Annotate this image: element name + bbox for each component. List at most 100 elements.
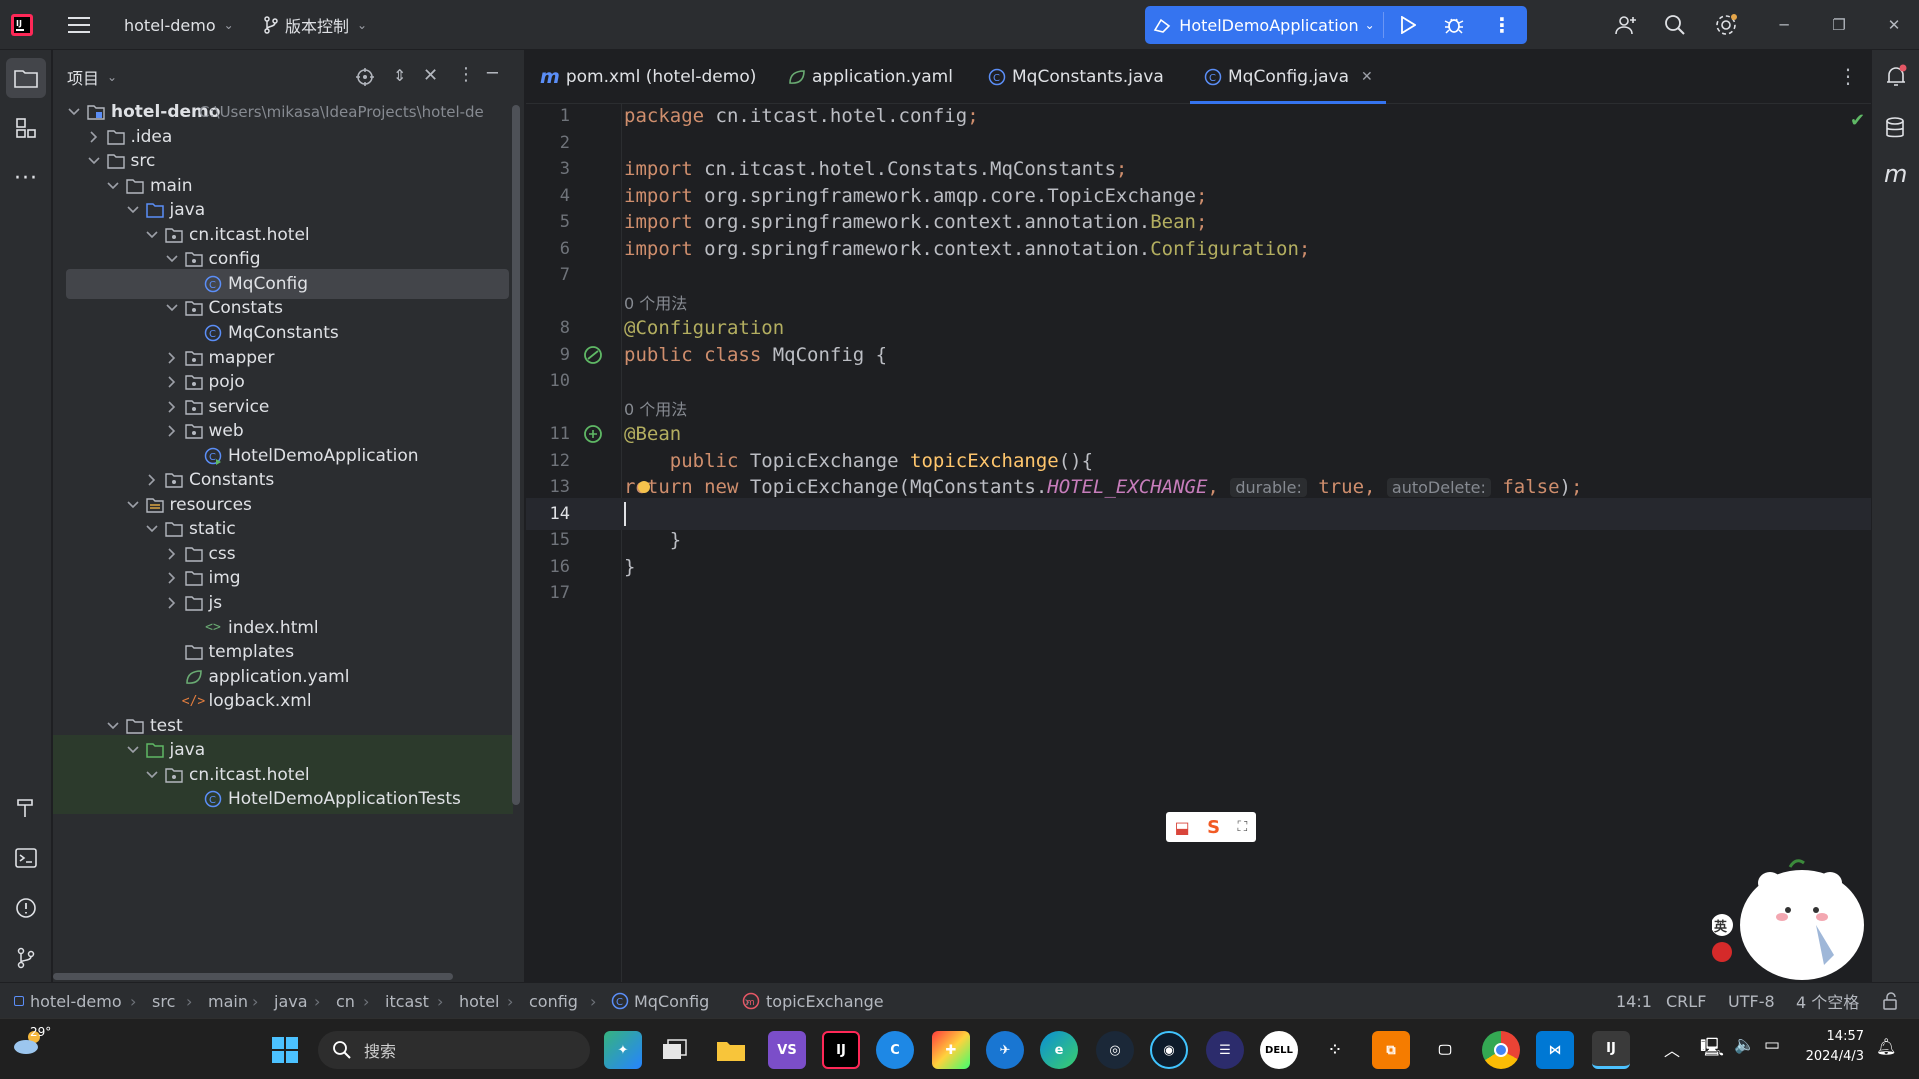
- notifications-bell-icon[interactable]: [1884, 64, 1908, 92]
- chrome-icon[interactable]: [1482, 1031, 1520, 1069]
- code-editor[interactable]: 1 package cn.itcast.hotel.config; 2 3 import…: [526, 104, 1871, 982]
- dots-app-icon[interactable]: ⁘: [1316, 1031, 1354, 1069]
- dell-icon[interactable]: DELL: [1260, 1031, 1298, 1069]
- tab-mqconfig-java[interactable]: C MqConfig.java ✕: [1190, 50, 1386, 104]
- tab-options-icon[interactable]: ⋮: [1838, 64, 1858, 88]
- intellij-active-icon[interactable]: IJ: [1592, 1031, 1630, 1069]
- chevron-right-icon[interactable]: [164, 399, 180, 415]
- start-button[interactable]: [266, 1031, 304, 1069]
- chevron-down-icon[interactable]: [164, 300, 180, 316]
- visual-studio-icon[interactable]: VS: [768, 1031, 806, 1069]
- tree-horizontal-scrollbar[interactable]: [53, 973, 453, 980]
- vscode-icon[interactable]: ⋈: [1536, 1031, 1574, 1069]
- chevron-down-icon[interactable]: [144, 767, 160, 783]
- volume-icon[interactable]: 🔈: [1734, 1035, 1755, 1055]
- notification-bell-icon[interactable]: 🔔︎: [1876, 1037, 1896, 1056]
- more-tools-icon[interactable]: ···: [6, 158, 46, 198]
- chevron-down-icon[interactable]: [66, 104, 82, 120]
- weather-widget[interactable]: 29°: [12, 1025, 51, 1057]
- show-hidden-icons-icon[interactable]: ︿: [1664, 1037, 1680, 1061]
- chevron-right-icon[interactable]: [86, 129, 102, 145]
- code-line[interactable]: 17: [526, 577, 1871, 609]
- minimize-button[interactable]: ─: [1759, 0, 1809, 50]
- close-tab-icon[interactable]: ✕: [1361, 69, 1373, 85]
- lightbulb-icon[interactable]: [638, 481, 650, 493]
- collapse-all-icon[interactable]: ✕: [423, 65, 438, 86]
- file-explorer-icon[interactable]: [712, 1031, 750, 1069]
- orange-app-icon[interactable]: ⧉: [1372, 1031, 1410, 1069]
- tree-vertical-scrollbar[interactable]: [512, 105, 520, 805]
- chevron-down-icon[interactable]: [86, 153, 102, 169]
- structure-tool-button[interactable]: [6, 108, 46, 148]
- chevron-down-icon[interactable]: [105, 178, 121, 194]
- more-run-actions-icon[interactable]: ⋮: [1477, 6, 1527, 44]
- tab-application-yaml[interactable]: application.yaml: [788, 50, 953, 104]
- vcs-selector[interactable]: 版本控制 ⌄: [263, 0, 367, 50]
- chevron-right-icon[interactable]: [164, 595, 180, 611]
- taskbar-search[interactable]: 搜索: [318, 1031, 590, 1069]
- git-tool-button[interactable]: [6, 938, 46, 978]
- intellij-icon[interactable]: IJ: [822, 1031, 860, 1069]
- maven-tool-icon[interactable]: m: [1884, 160, 1907, 188]
- task-view-icon[interactable]: [656, 1031, 694, 1069]
- steam-icon[interactable]: ◎: [1096, 1031, 1134, 1069]
- file-encoding[interactable]: UTF-8: [1728, 983, 1775, 1019]
- settings-gear-icon[interactable]: [1714, 0, 1738, 50]
- chevron-down-icon[interactable]: [125, 742, 141, 758]
- remote-desktop-icon[interactable]: 🖵: [1426, 1031, 1464, 1069]
- indent-setting[interactable]: 4 个空格: [1796, 983, 1859, 1019]
- usage-hint[interactable]: 0 个用法: [624, 290, 687, 314]
- edge-browser-icon[interactable]: e: [1040, 1031, 1078, 1069]
- chevron-down-icon[interactable]: [144, 521, 160, 537]
- run-button[interactable]: [1385, 6, 1431, 44]
- breadcrumb-item[interactable]: MqConfig: [634, 983, 709, 1019]
- run-config-selector[interactable]: HotelDemoApplication ⌄: [1145, 6, 1383, 44]
- chevron-right-icon[interactable]: [164, 350, 180, 366]
- project-tool-button[interactable]: [6, 58, 46, 98]
- chevron-down-icon[interactable]: [164, 251, 180, 267]
- problems-tool-button[interactable]: [6, 888, 46, 928]
- eclipse-icon[interactable]: ☰: [1206, 1031, 1244, 1069]
- chevron-right-icon[interactable]: [144, 472, 160, 488]
- breadcrumb-item[interactable]: hotel-demo: [30, 983, 122, 1019]
- breadcrumb-item[interactable]: src: [152, 983, 175, 1019]
- no-problems-check-icon[interactable]: ✔: [1850, 110, 1865, 131]
- line-ending[interactable]: CRLF: [1666, 983, 1706, 1019]
- breadcrumb-item[interactable]: java: [274, 983, 308, 1019]
- main-menu-icon[interactable]: [68, 0, 90, 50]
- breadcrumb-item[interactable]: cn: [336, 983, 355, 1019]
- close-window-button[interactable]: ✕: [1869, 0, 1919, 50]
- search-icon[interactable]: [1664, 0, 1686, 50]
- project-selector[interactable]: hotel-demo ⌄: [124, 0, 234, 50]
- bean-gutter-icon[interactable]: [582, 423, 604, 445]
- ime-indicator[interactable]: 英: [1714, 916, 1727, 935]
- breadcrumb-item[interactable]: itcast: [385, 983, 429, 1019]
- build-tool-button[interactable]: [6, 788, 46, 828]
- readonly-lock-icon[interactable]: [1882, 983, 1898, 1019]
- fullscreen-icon[interactable]: ⛶: [1237, 819, 1247, 835]
- tab-mqconstants-java[interactable]: C MqConstants.java: [988, 50, 1164, 104]
- chevron-down-icon[interactable]: [125, 497, 141, 513]
- options-icon[interactable]: ⋮: [457, 64, 475, 85]
- breadcrumb-item[interactable]: config: [529, 983, 578, 1019]
- locate-file-icon[interactable]: [355, 67, 375, 91]
- breadcrumb-item[interactable]: hotel: [459, 983, 500, 1019]
- breadcrumb-item[interactable]: topicExchange: [766, 983, 884, 1019]
- hide-panel-icon[interactable]: ─: [487, 63, 498, 84]
- chevron-down-icon[interactable]: [105, 718, 121, 734]
- network-icon[interactable]: 🖳: [1700, 1035, 1724, 1065]
- chevron-down-icon[interactable]: [144, 227, 160, 243]
- project-view-selector[interactable]: 项目 ⌄: [67, 50, 117, 104]
- clock[interactable]: 14:57 2024/4/3: [1800, 1027, 1864, 1067]
- expand-all-icon[interactable]: ⇕: [393, 66, 406, 85]
- battery-icon[interactable]: ▭: [1764, 1035, 1780, 1055]
- tab-pom-xml[interactable]: m pom.xml (hotel-demo): [540, 50, 756, 104]
- blue-app-icon[interactable]: ✈: [986, 1031, 1024, 1069]
- chevron-right-icon[interactable]: [164, 374, 180, 390]
- intellij-logo-icon[interactable]: IJ: [10, 0, 34, 50]
- copilot-icon[interactable]: ✦: [604, 1031, 642, 1069]
- chevron-right-icon[interactable]: [164, 546, 180, 562]
- chevron-right-icon[interactable]: [164, 570, 180, 586]
- floating-toolbar[interactable]: ⬓ S ⛶: [1166, 812, 1256, 842]
- cursor-position[interactable]: 14:1: [1616, 983, 1652, 1019]
